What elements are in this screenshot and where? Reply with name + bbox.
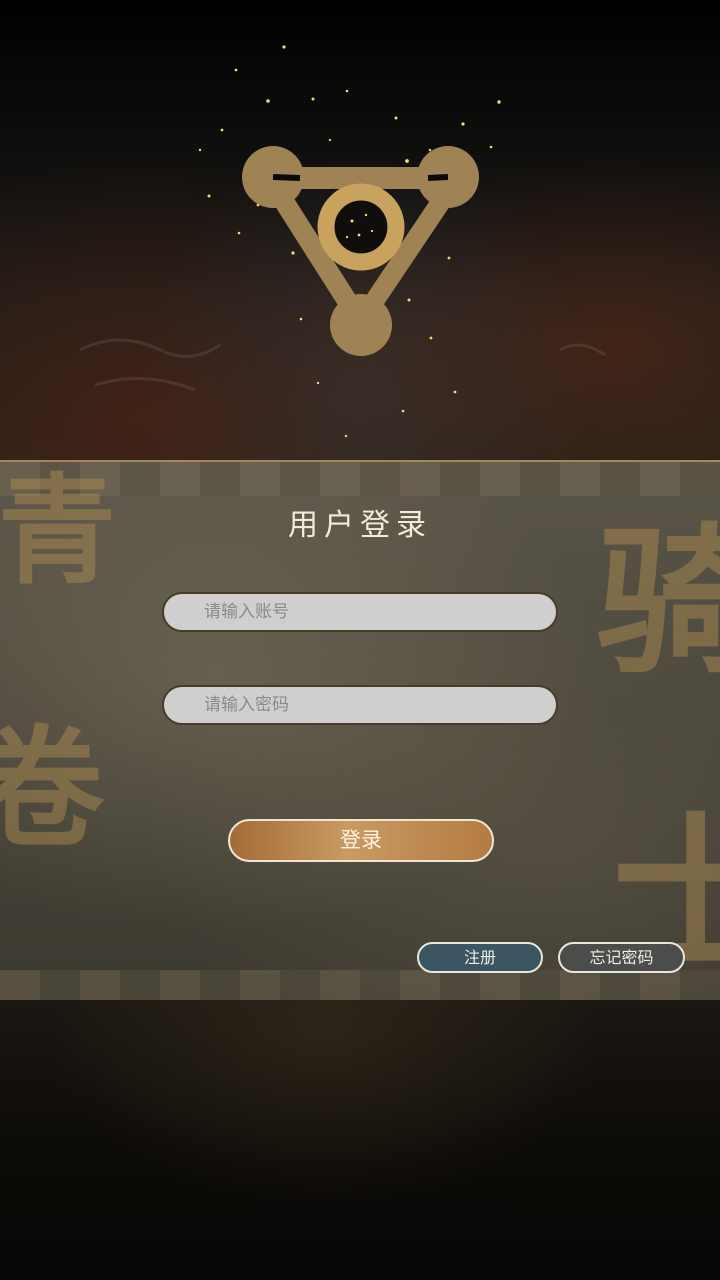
register-button[interactable]: 注册 [417,942,543,973]
decorative-char: 骑 [596,522,720,682]
panel-ornament-top [0,462,720,496]
panel-ornament-bottom [0,970,720,1004]
login-button[interactable]: 登录 [228,819,494,862]
bottom-background [0,1000,720,1280]
account-input[interactable] [162,592,558,632]
triangle-ring-logo-icon [242,146,479,356]
decorative-char: 卷 [0,724,104,854]
password-input[interactable] [162,685,558,725]
forgot-password-button[interactable]: 忘记密码 [558,942,685,973]
login-title: 用户登录 [288,508,432,543]
